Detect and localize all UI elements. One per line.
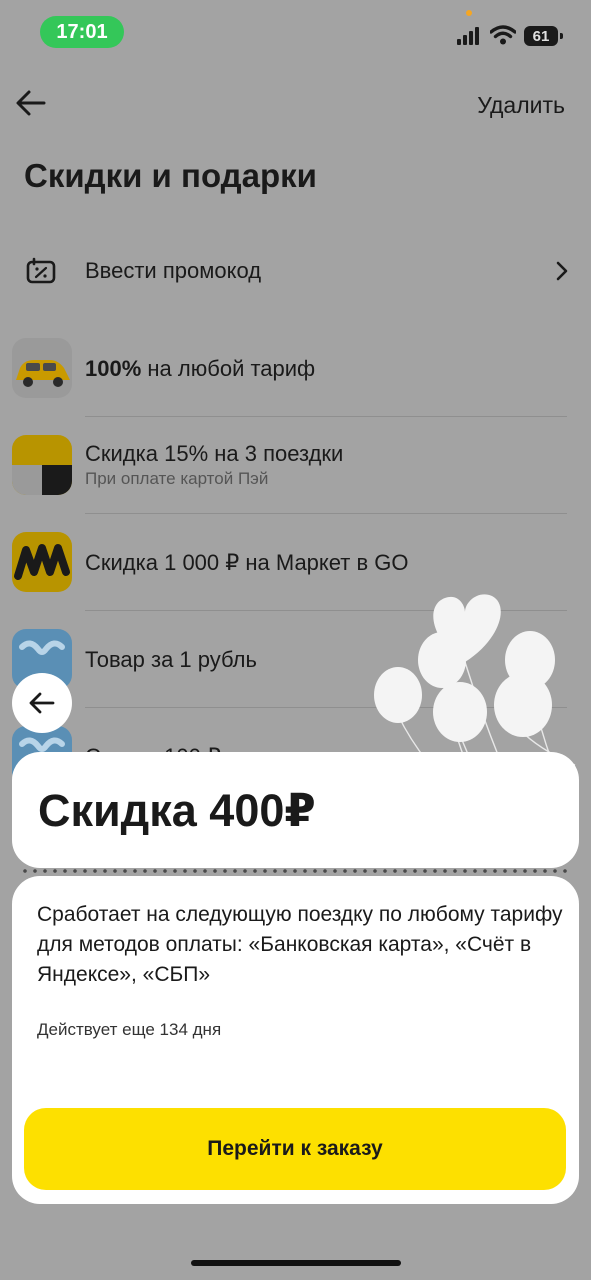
list-item-title: Скидка 1 000 ₽ на Маркет в GO [85, 550, 409, 575]
taxi-car-icon [12, 338, 72, 398]
list-item[interactable]: 100% на любой тариф [0, 320, 591, 417]
list-item-title: Скидка 15% на 3 поездки [85, 441, 344, 466]
back-arrow-icon [29, 692, 55, 714]
promo-label: Ввести промокод [85, 258, 262, 283]
status-time: 17:01 [40, 16, 124, 48]
home-indicator [191, 1260, 401, 1266]
discount-description: Сработает на следующую поездку по любому… [37, 903, 563, 986]
yandex-pay-card-icon [12, 435, 72, 495]
enter-promo-row[interactable]: Ввести промокод [0, 240, 591, 302]
go-to-order-button[interactable]: Перейти к заказу [24, 1108, 566, 1190]
list-item-title: 100% на любой тариф [85, 356, 316, 381]
discount-card-body: Сработает на следующую поездку по любому… [12, 876, 579, 1204]
cellular-signal-icon [457, 27, 479, 45]
list-item[interactable]: Скидка 15% на 3 поездки При оплате карто… [0, 417, 591, 514]
back-arrow-icon[interactable] [14, 88, 48, 118]
page-title: Скидки и подарки [24, 157, 317, 194]
list-item-subtitle: При оплате картой Пэй [85, 469, 269, 488]
market-logo-icon [12, 532, 72, 592]
wifi-icon [490, 25, 516, 45]
validity-text: Действует еще 134 дня [37, 1020, 222, 1039]
chevron-right-icon [556, 261, 568, 281]
promo-ticket-icon [26, 257, 56, 284]
list-item-title: Товар за 1 рубль [85, 647, 257, 672]
discount-title: Скидка 400₽ [38, 785, 316, 836]
camera-indicator-dot [466, 10, 472, 16]
battery-indicator: 61 [524, 26, 563, 46]
delete-button[interactable]: Удалить [477, 92, 565, 119]
discount-card-header: Скидка 400₽ [12, 752, 579, 868]
sheet-back-button[interactable] [12, 673, 72, 733]
perforation-divider [20, 869, 573, 873]
